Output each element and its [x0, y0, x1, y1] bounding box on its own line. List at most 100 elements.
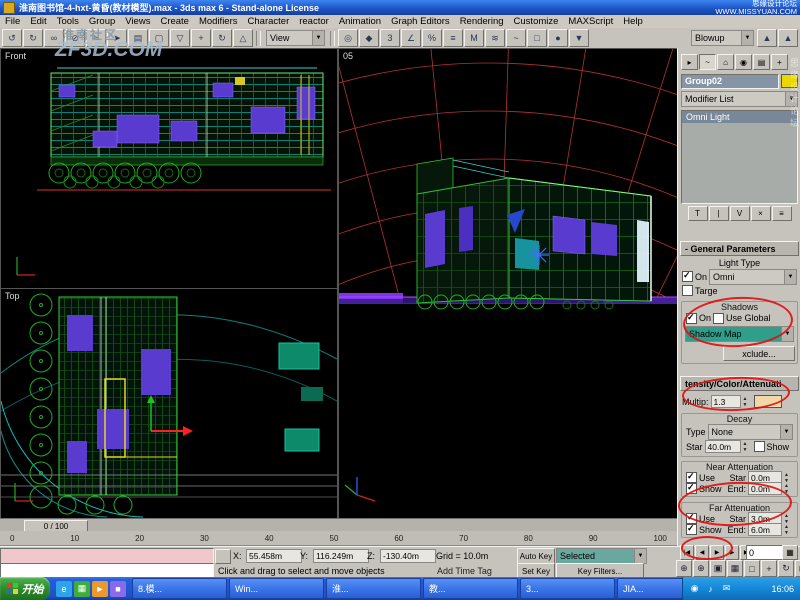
pin-stack-icon[interactable]: T [688, 206, 708, 221]
camera-viewport[interactable]: 05 [338, 48, 679, 520]
light-color-swatch[interactable] [754, 395, 782, 408]
use-pivot-center-icon[interactable]: ◎ [338, 29, 358, 47]
zoom-all-icon[interactable]: ⊕ [693, 560, 709, 577]
mirror-icon[interactable]: M [464, 29, 484, 47]
z-coordinate-field[interactable]: -130.40m [380, 549, 436, 563]
task-button-2[interactable]: Win... [229, 578, 324, 599]
percent-snap-icon[interactable]: % [422, 29, 442, 47]
time-configuration-button[interactable]: ▦ [782, 545, 798, 560]
tray-status-icon[interactable]: ◉ [688, 582, 701, 595]
render-last-icon[interactable]: ▲ [778, 29, 798, 47]
add-time-tag[interactable]: Add Time Tag [437, 566, 492, 576]
light-on-checkbox[interactable] [682, 271, 693, 282]
remove-modifier-icon[interactable]: × [751, 206, 771, 221]
menu-item-edit[interactable]: Edit [25, 15, 51, 28]
top-viewport-label[interactable]: Top [5, 291, 20, 301]
task-button-4[interactable]: 教... [423, 578, 518, 599]
rollout-intensity-color-attenuation[interactable]: tensity/Color/Attenuati [680, 376, 799, 391]
arc-rotate-icon[interactable]: ↻ [778, 560, 794, 577]
track-bar-ruler[interactable]: 0102030405060708090100 [0, 531, 677, 546]
reference-coordinate-dropdown[interactable]: View ▼ [266, 30, 325, 46]
menu-item-character[interactable]: Character [243, 15, 295, 28]
menu-item-rendering[interactable]: Rendering [455, 15, 509, 28]
menu-item-views[interactable]: Views [120, 15, 155, 28]
render-scene-icon[interactable]: ▼ [569, 29, 589, 47]
select-and-scale-icon[interactable]: △ [233, 29, 253, 47]
curve-editor-icon[interactable]: ~ [506, 29, 526, 47]
tray-volume-icon[interactable]: ♪ [704, 582, 717, 595]
multiplier-field[interactable]: 1.3 [711, 395, 741, 408]
quick-launch-browser-icon[interactable]: e [56, 581, 72, 597]
far-end-field[interactable]: 6.0m [748, 523, 782, 536]
quick-render-icon[interactable]: ▲ [757, 29, 777, 47]
tray-message-icon[interactable]: ✉ [720, 582, 733, 595]
select-and-move-icon[interactable]: + [191, 29, 211, 47]
tab-modify[interactable]: ~ [699, 54, 716, 70]
pan-icon[interactable]: + [761, 560, 777, 577]
near-show-checkbox[interactable] [686, 483, 697, 494]
menu-item-graph-editors[interactable]: Graph Editors [386, 15, 455, 28]
tab-display[interactable]: ▤ [753, 54, 770, 70]
top-viewport[interactable]: Top [0, 288, 338, 520]
title-bar[interactable]: 淮南图书馆-4-hxt-黄昏(教材模型).max - 3ds max 6 - S… [0, 0, 800, 15]
near-end-field[interactable]: 0.0m [748, 482, 782, 495]
shadows-on-checkbox[interactable] [686, 313, 697, 324]
zoom-icon[interactable]: ⊕ [676, 560, 692, 577]
stack-item-omni-light[interactable]: Omni Light [682, 111, 797, 123]
current-frame-field[interactable]: 0 [746, 545, 784, 560]
tab-utilities[interactable]: + [771, 54, 788, 70]
use-global-checkbox[interactable] [713, 313, 724, 324]
task-button-3[interactable]: 淮... [326, 578, 421, 599]
object-name-field[interactable]: Group02 [681, 74, 779, 89]
menu-item-customize[interactable]: Customize [509, 15, 564, 28]
menu-item-maxscript[interactable]: MAXScript [563, 15, 618, 28]
decay-show-checkbox[interactable] [754, 441, 765, 452]
zoom-extents-all-icon[interactable]: ▦ [727, 560, 743, 577]
tab-motion[interactable]: ◉ [735, 54, 752, 70]
task-button-1[interactable]: 8.模... [132, 578, 227, 599]
camera-viewport-label[interactable]: 05 [343, 51, 353, 61]
quick-launch-folder-icon[interactable]: ■ [110, 581, 126, 597]
menu-item-reactor[interactable]: reactor [294, 15, 334, 28]
redo-icon[interactable]: ↻ [23, 29, 43, 47]
select-and-manipulate-icon[interactable]: ◆ [359, 29, 379, 47]
tab-hierarchy[interactable]: ⌂ [717, 54, 734, 70]
next-frame-button[interactable]: ▶ [725, 545, 739, 560]
start-button[interactable]: 开始 [0, 577, 50, 600]
auto-key-toggle[interactable]: Auto Key [517, 548, 555, 564]
menu-item-help[interactable]: Help [618, 15, 648, 28]
menu-item-create[interactable]: Create [155, 15, 194, 28]
configure-modifier-sets-icon[interactable]: ≡ [772, 206, 792, 221]
named-selection-icon[interactable]: ≡ [443, 29, 463, 47]
angle-snap-icon[interactable]: ∠ [401, 29, 421, 47]
min-max-toggle-icon[interactable]: ▢ [795, 560, 800, 577]
front-viewport[interactable]: Front [0, 48, 338, 289]
render-type-dropdown[interactable]: Blowup ▼ [691, 30, 754, 46]
task-button-5[interactable]: 3... [520, 578, 615, 599]
quick-launch-player-icon[interactable]: ► [92, 581, 108, 597]
selected-filter-dropdown[interactable]: Selected ▼ [556, 548, 647, 564]
undo-icon[interactable]: ↺ [2, 29, 22, 47]
rollout-general-parameters[interactable]: - General Parameters [680, 241, 799, 256]
snaps-toggle-icon[interactable]: 3 [380, 29, 400, 47]
selection-filter-icon[interactable]: ▽ [170, 29, 190, 47]
decay-start-field[interactable]: 40.0m [705, 440, 741, 453]
x-coordinate-field[interactable]: 55.458m [246, 549, 302, 563]
menu-item-animation[interactable]: Animation [334, 15, 386, 28]
make-unique-icon[interactable]: V [730, 206, 750, 221]
light-type-dropdown[interactable]: Omni ▼ [709, 269, 797, 285]
macro-recorder-mini-listener[interactable] [0, 548, 214, 564]
go-to-start-button[interactable]: |◀ [680, 545, 694, 560]
y-coordinate-field[interactable]: 116.249m [313, 549, 369, 563]
material-editor-icon[interactable]: ● [548, 29, 568, 47]
zoom-extents-icon[interactable]: ▣ [710, 560, 726, 577]
exclude-button[interactable]: xclude... [723, 346, 795, 361]
shadow-type-dropdown[interactable]: Shadow Map ▼ [685, 326, 794, 342]
menu-item-modifiers[interactable]: Modifiers [194, 15, 243, 28]
near-end-spinner[interactable] [784, 483, 793, 495]
zoom-region-icon[interactable]: □ [744, 560, 760, 577]
quick-launch-desktop-icon[interactable]: ▦ [74, 581, 90, 597]
play-button[interactable]: ▶ [710, 545, 724, 560]
far-end-spinner[interactable] [784, 524, 793, 536]
multiplier-spinner[interactable] [743, 396, 752, 408]
